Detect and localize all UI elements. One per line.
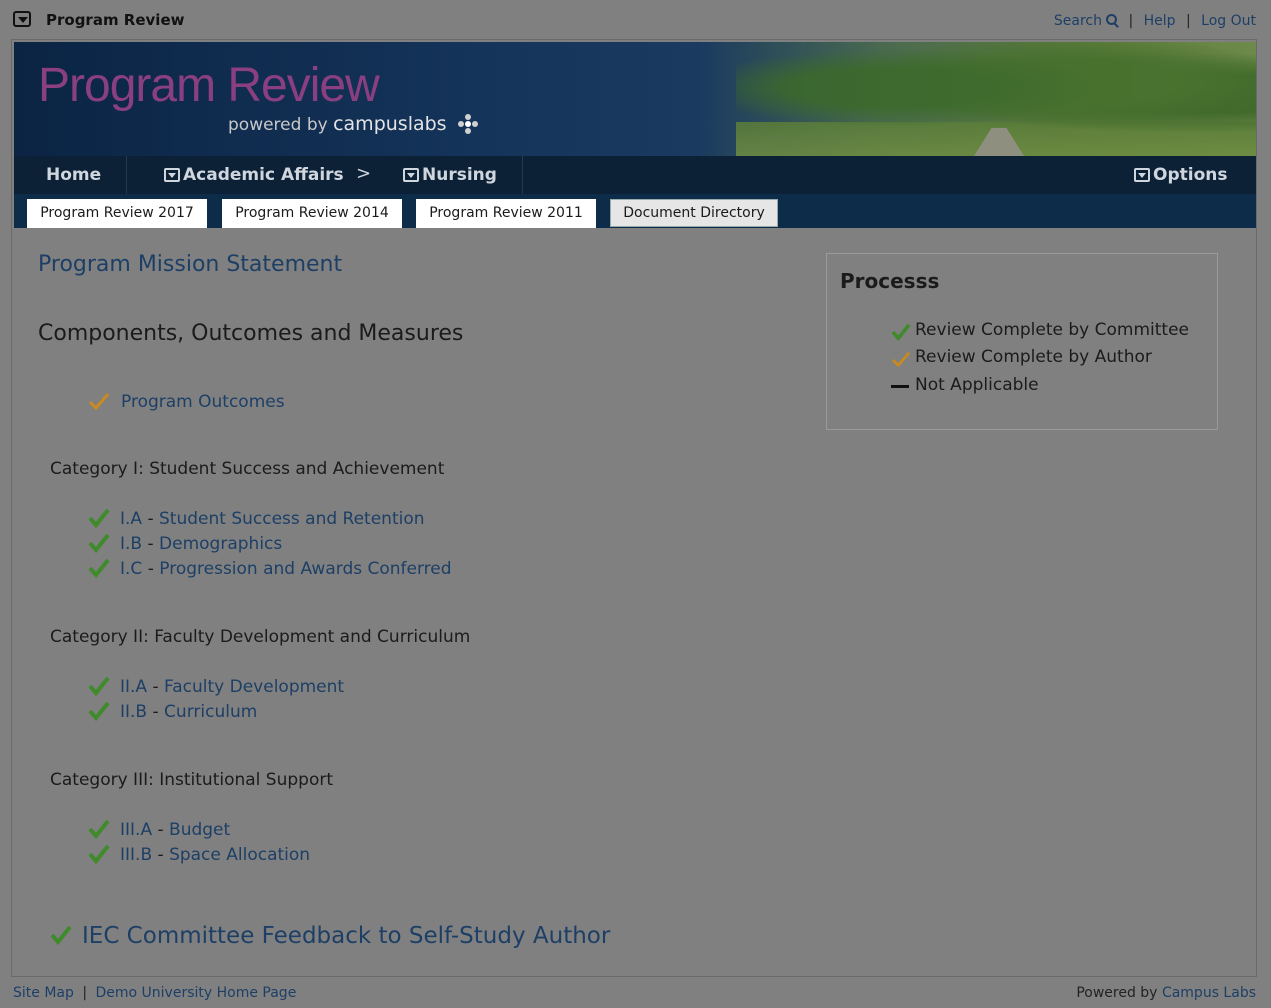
campuslabs-logo-icon xyxy=(457,114,478,134)
breadcrumb-chevron-icon: > xyxy=(356,163,372,184)
nav-home[interactable]: Home xyxy=(46,156,101,194)
menu-dropdown-icon[interactable] xyxy=(13,11,31,27)
process-legend: Processs Review Complete by Committee Re… xyxy=(826,253,1218,430)
dropdown-icon xyxy=(403,168,419,182)
item-link-III-A[interactable]: III.A - Budget xyxy=(120,820,230,840)
powered-by-label: powered by xyxy=(228,115,328,135)
item-dash: - xyxy=(142,559,160,579)
components-heading: Components, Outcomes and Measures xyxy=(38,321,464,346)
item-link-II-A[interactable]: II.A - Faculty Development xyxy=(120,677,344,697)
committee-check-icon xyxy=(88,701,110,721)
help-link[interactable]: Help xyxy=(1144,13,1176,29)
program-outcomes-link[interactable]: Program Outcomes xyxy=(121,392,285,412)
category-heading: Category II: Faculty Development and Cur… xyxy=(50,627,471,647)
item-label: Curriculum xyxy=(164,702,258,722)
feedback-link[interactable]: IEC Committee Feedback to Self-Study Aut… xyxy=(82,923,610,949)
site-map-link[interactable]: Site Map xyxy=(13,985,74,1001)
committee-check-icon xyxy=(88,558,110,578)
nav-bar: Home Academic Affairs > Nursing Options xyxy=(14,156,1256,194)
nav-nursing-label: Nursing xyxy=(422,165,497,185)
top-links: Search | Help | Log Out xyxy=(1054,13,1256,29)
item-link-I-C[interactable]: I.C - Progression and Awards Conferred xyxy=(120,559,452,579)
nav-academic-affairs[interactable]: Academic Affairs xyxy=(164,156,344,194)
tab-document-directory[interactable]: Document Directory xyxy=(610,199,778,227)
committee-check-icon xyxy=(50,925,72,945)
search-link[interactable]: Search xyxy=(1054,13,1118,29)
campus-labs-link[interactable]: Campus Labs xyxy=(1162,985,1256,1001)
item-dash: - xyxy=(152,845,170,865)
item-link-III-B[interactable]: III.B - Space Allocation xyxy=(120,845,310,865)
item-label: Demographics xyxy=(159,534,283,554)
dropdown-icon xyxy=(1134,168,1150,182)
legend-not-applicable: Not Applicable xyxy=(915,375,1039,395)
brand-label: campuslabs xyxy=(333,113,447,135)
separator: | xyxy=(82,985,88,1001)
item-dash: - xyxy=(147,677,165,697)
nav-academic-label: Academic Affairs xyxy=(183,165,344,185)
item-label: Progression and Awards Conferred xyxy=(159,559,452,579)
committee-check-icon xyxy=(88,508,110,528)
tab-program-review-2014[interactable]: Program Review 2014 xyxy=(222,199,402,228)
item-dash: - xyxy=(147,702,165,722)
item-code: II.B xyxy=(120,702,148,722)
item-dash: - xyxy=(152,820,170,840)
nav-divider xyxy=(522,156,523,194)
committee-check-icon xyxy=(88,533,110,553)
tab-bar: Program Review 2017 Program Review 2014 … xyxy=(14,194,1256,228)
category-heading: Category III: Institutional Support xyxy=(50,770,334,790)
item-dash: - xyxy=(142,534,160,554)
main-frame: Program Review powered by campuslabs Hom… xyxy=(11,39,1257,977)
program-mission-link[interactable]: Program Mission Statement xyxy=(38,252,342,277)
nav-divider xyxy=(126,156,127,194)
committee-check-icon xyxy=(88,819,110,839)
item-code: II.A xyxy=(120,677,148,697)
search-icon xyxy=(1105,14,1118,26)
item-link-I-B[interactable]: I.B - Demographics xyxy=(120,534,282,554)
committee-check-icon xyxy=(88,676,110,696)
author-check-icon xyxy=(88,391,110,411)
logout-link[interactable]: Log Out xyxy=(1201,13,1256,29)
item-dash: - xyxy=(142,509,159,529)
banner-powered-by: powered by campuslabs xyxy=(228,113,478,135)
not-applicable-dash-icon xyxy=(891,385,909,388)
item-code: III.A xyxy=(120,820,153,840)
committee-check-icon xyxy=(891,323,911,341)
nav-nursing[interactable]: Nursing xyxy=(403,156,497,194)
item-link-II-B[interactable]: II.B - Curriculum xyxy=(120,702,257,722)
legend-title: Processs xyxy=(840,269,940,293)
nav-options-label: Options xyxy=(1153,165,1228,185)
legend-committee: Review Complete by Committee xyxy=(915,320,1190,340)
item-link-I-A[interactable]: I.A - Student Success and Retention xyxy=(120,509,425,529)
item-label: Space Allocation xyxy=(169,845,311,865)
app-title: Program Review xyxy=(46,11,185,29)
item-code: I.C xyxy=(120,559,143,579)
item-code: I.B xyxy=(120,534,143,554)
separator: | xyxy=(1185,13,1191,29)
separator: | xyxy=(1128,13,1134,29)
author-check-icon xyxy=(891,350,911,368)
nav-options[interactable]: Options xyxy=(1134,156,1227,194)
powered-by-text: Powered by xyxy=(1076,985,1158,1001)
tab-program-review-2011[interactable]: Program Review 2011 xyxy=(416,199,596,228)
legend-author: Review Complete by Author xyxy=(915,347,1152,367)
tab-program-review-2017[interactable]: Program Review 2017 xyxy=(27,199,207,228)
dropdown-icon xyxy=(164,168,180,182)
committee-check-icon xyxy=(88,844,110,864)
banner-title: Program Review xyxy=(38,59,380,112)
search-label: Search xyxy=(1053,13,1102,29)
category-heading: Category I: Student Success and Achievem… xyxy=(50,459,445,479)
item-label: Budget xyxy=(169,820,231,840)
university-home-link[interactable]: Demo University Home Page xyxy=(96,985,297,1001)
item-label: Faculty Development xyxy=(164,677,345,697)
banner: Program Review powered by campuslabs xyxy=(14,42,1256,156)
item-code: I.A xyxy=(120,509,143,529)
top-bar: Program Review Search | Help | Log Out xyxy=(0,0,1271,40)
item-label: Student Success and Retention xyxy=(159,509,425,529)
footer-powered: Powered by Campus Labs xyxy=(1076,985,1256,1001)
item-code: III.B xyxy=(120,845,153,865)
footer-links: Site Map | Demo University Home Page xyxy=(13,985,296,1001)
